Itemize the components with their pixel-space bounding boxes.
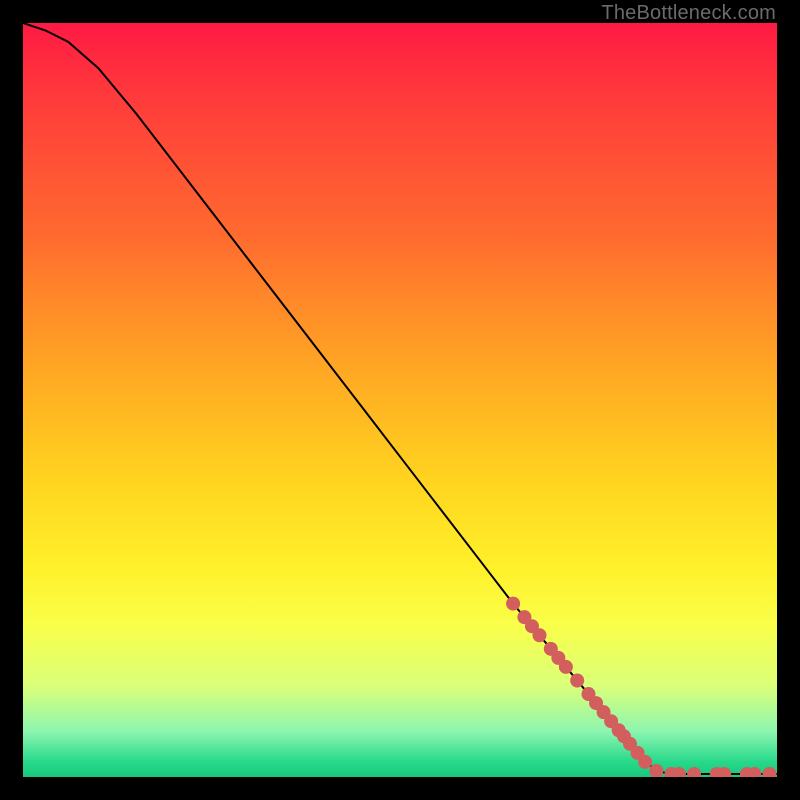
watermark-label: TheBottleneck.com	[601, 2, 776, 25]
plot-area	[23, 23, 777, 777]
chart-frame: TheBottleneck.com	[0, 0, 800, 800]
